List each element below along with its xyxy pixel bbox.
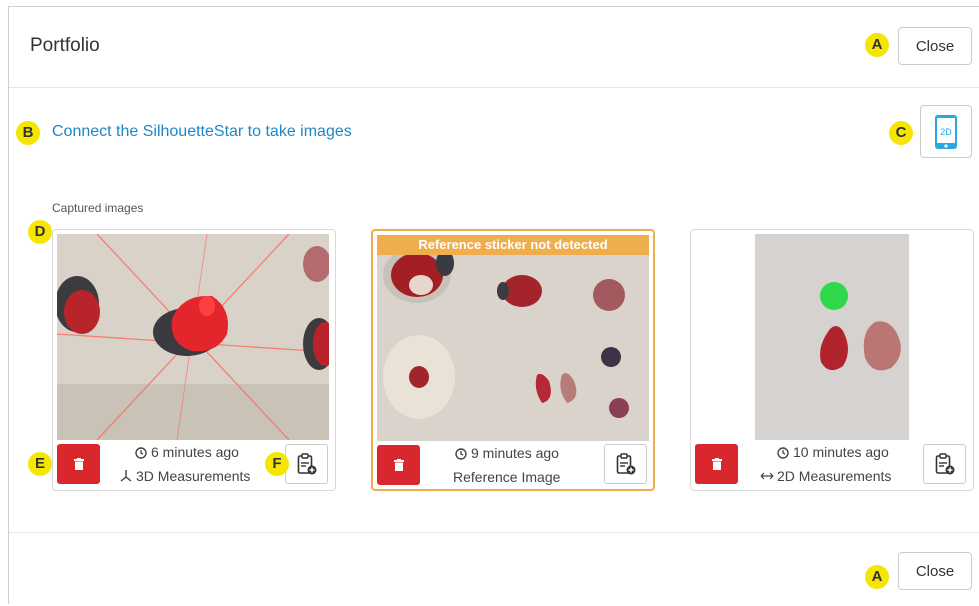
marker-c: C <box>889 121 913 145</box>
capture-type-2: Reference Image <box>453 469 561 485</box>
capture-time-2: 9 minutes ago <box>471 445 559 461</box>
trash-icon <box>74 458 84 470</box>
clock-icon <box>455 448 467 460</box>
clock-icon <box>777 447 789 459</box>
wound-3d-photo <box>57 234 329 440</box>
3d-axes-icon <box>120 470 132 482</box>
marker-f: F <box>265 452 289 476</box>
image-card-1[interactable]: 6 minutes ago 3D Measurements <box>52 229 336 491</box>
delete-button-2[interactable] <box>377 445 420 485</box>
marker-a-footer: A <box>865 565 889 589</box>
connect-device-link[interactable]: Connect the SilhouetteStar to take image… <box>52 123 352 141</box>
mode-2d-label: 2D <box>940 127 952 137</box>
marker-d: D <box>28 220 52 244</box>
close-button-bottom[interactable]: Close <box>898 552 972 590</box>
clipboard-plus-icon <box>297 453 317 475</box>
delete-button-1[interactable] <box>57 444 100 484</box>
modal-footer: A Close <box>9 532 979 606</box>
wound-reference-photo <box>377 235 649 441</box>
captured-image-3[interactable] <box>755 234 909 440</box>
close-button-top[interactable]: Close <box>898 27 972 65</box>
trash-icon <box>394 459 404 471</box>
section-label: Captured images <box>52 201 144 215</box>
trash-icon <box>712 458 722 470</box>
warning-banner: Reference sticker not detected <box>377 235 649 255</box>
marker-b: B <box>16 121 40 145</box>
modal-header: Portfolio A Close <box>9 7 979 88</box>
add-to-record-button-2[interactable] <box>604 444 647 484</box>
horizontal-arrows-icon <box>760 472 774 480</box>
marker-a: A <box>865 33 889 57</box>
image-card-3[interactable]: 10 minutes ago 2D Measurements <box>690 229 974 491</box>
capture-type-1: 3D Measurements <box>136 468 251 484</box>
capture-time-3: 10 minutes ago <box>793 444 889 460</box>
clock-icon <box>135 447 147 459</box>
add-to-record-button-3[interactable] <box>923 444 966 484</box>
page-title: Portfolio <box>30 35 100 56</box>
clipboard-plus-icon <box>616 453 636 475</box>
mode-2d-button[interactable]: 2D <box>920 105 972 158</box>
clipboard-plus-icon <box>935 453 955 475</box>
captured-image-2[interactable]: Reference sticker not detected <box>377 235 649 441</box>
capture-time-1: 6 minutes ago <box>151 444 239 460</box>
capture-type-3: 2D Measurements <box>777 468 892 484</box>
wound-2d-photo <box>755 234 909 440</box>
portfolio-modal: Portfolio A Close B Connect the Silhouet… <box>8 6 979 604</box>
delete-button-3[interactable] <box>695 444 738 484</box>
marker-e: E <box>28 452 52 476</box>
add-to-record-button-1[interactable] <box>285 444 328 484</box>
tablet-icon: 2D <box>935 115 957 149</box>
captured-image-1[interactable] <box>57 234 329 440</box>
image-card-2[interactable]: Reference sticker not detected 9 minutes… <box>371 229 655 491</box>
